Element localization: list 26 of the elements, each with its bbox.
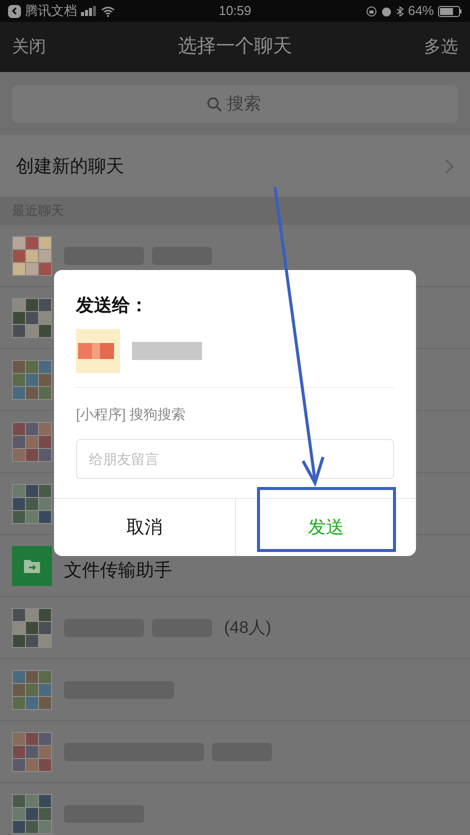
signal-icon [81,6,97,16]
alarm-icon [380,6,392,16]
create-chat-row[interactable]: 创建新的聊天 [0,135,470,197]
battery-percent: 64% [408,2,434,20]
member-count: (48人) [224,616,272,639]
chevron-right-icon [445,158,454,174]
send-button[interactable]: 发送 [234,499,416,556]
dialog-title: 发送给： [76,294,149,317]
clock-time: 10:59 [218,2,252,20]
close-button[interactable]: 关闭 [12,34,46,60]
search-icon [207,96,222,112]
battery-icon [438,6,462,16]
folder-icon [12,546,52,586]
lock-rotation-icon [366,6,377,16]
carrier-label: 腾讯文档 [25,2,77,20]
page-title: 选择一个聊天 [178,34,292,59]
back-icon[interactable] [8,4,21,18]
chat-name: 文件传输助手 [64,559,172,582]
wifi-icon [101,6,115,16]
message-field[interactable]: 给朋友留言 [76,439,394,479]
chat-row[interactable]: (48人) [0,597,470,659]
search-field[interactable]: 搜索 [12,84,458,122]
bluetooth-icon [396,6,404,16]
mini-program-label: [小程序] 搜狗搜索 [76,405,187,424]
multi-select-button[interactable]: 多选 [424,34,458,60]
blurred-name [132,342,202,360]
